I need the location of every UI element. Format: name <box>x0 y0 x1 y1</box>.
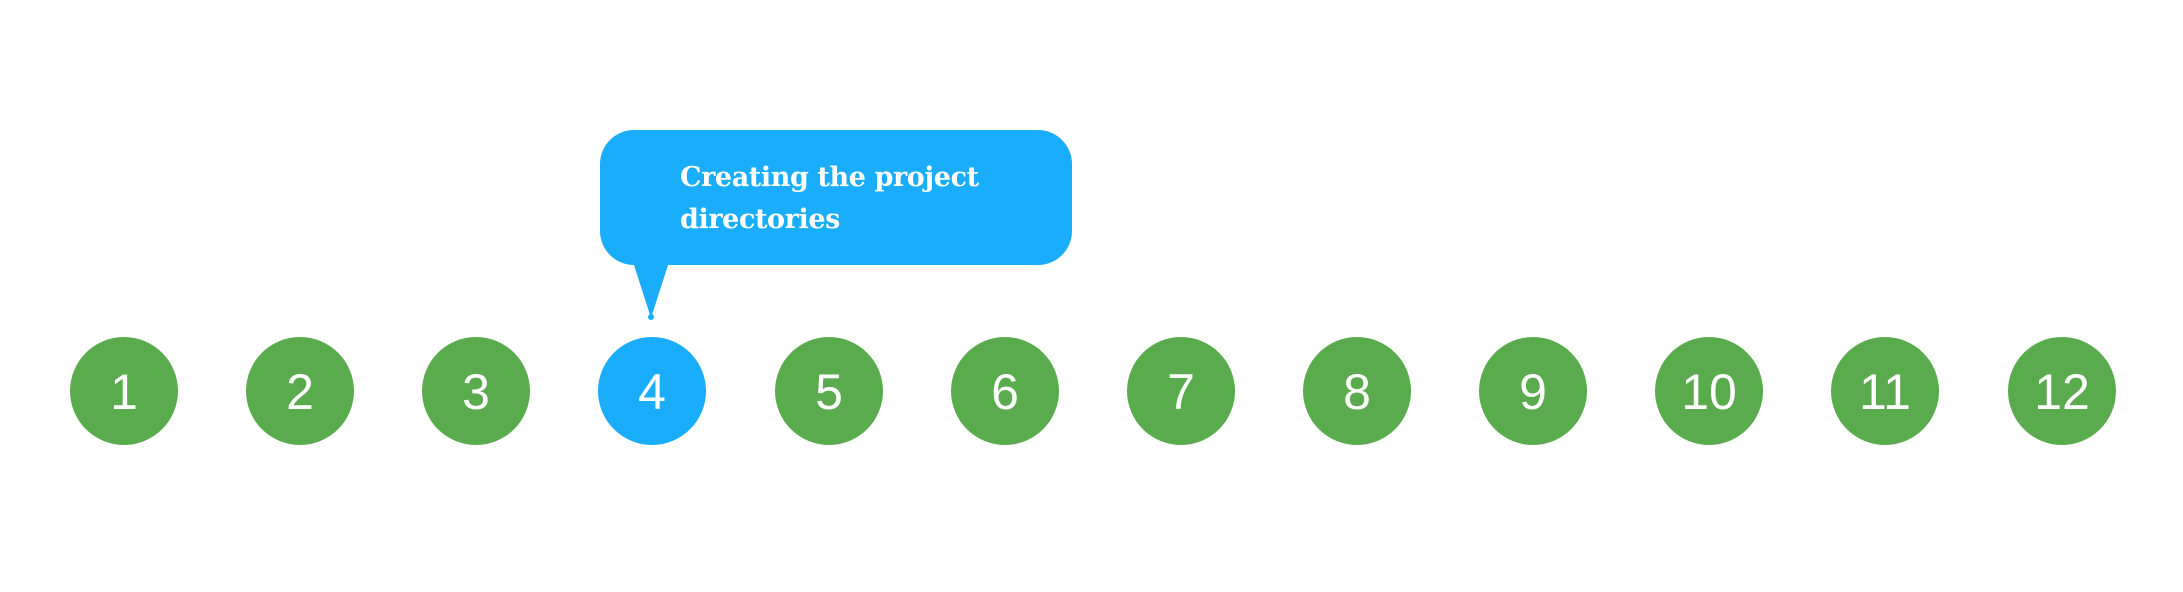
step-number: 3 <box>462 364 490 420</box>
step-number: 8 <box>1343 364 1371 420</box>
tooltip-pointer <box>633 262 669 320</box>
step-5[interactable]: 5 <box>775 337 883 445</box>
step-number: 11 <box>1859 364 1911 420</box>
step-12[interactable]: 12 <box>2008 337 2116 445</box>
step-number: 4 <box>638 364 666 420</box>
step-progress-tracker: Creating the project directories 1 2 3 4… <box>0 0 2183 592</box>
step-10[interactable]: 10 <box>1655 337 1763 445</box>
step-11[interactable]: 11 <box>1831 337 1939 445</box>
step-number: 5 <box>815 364 843 420</box>
step-tooltip: Creating the project directories <box>600 130 1072 265</box>
step-number: 7 <box>1167 364 1195 420</box>
step-number: 12 <box>2034 364 2090 420</box>
step-9[interactable]: 9 <box>1479 337 1587 445</box>
step-8[interactable]: 8 <box>1303 337 1411 445</box>
step-number: 2 <box>286 364 314 420</box>
step-number: 6 <box>991 364 1019 420</box>
step-3[interactable]: 3 <box>422 337 530 445</box>
step-7[interactable]: 7 <box>1127 337 1235 445</box>
step-number: 1 <box>110 364 138 420</box>
step-number: 9 <box>1519 364 1547 420</box>
step-4-active[interactable]: 4 <box>598 337 706 445</box>
step-1[interactable]: 1 <box>70 337 178 445</box>
step-6[interactable]: 6 <box>951 337 1059 445</box>
step-2[interactable]: 2 <box>246 337 354 445</box>
tooltip-text: Creating the project directories <box>680 162 979 235</box>
step-number: 10 <box>1681 364 1737 420</box>
